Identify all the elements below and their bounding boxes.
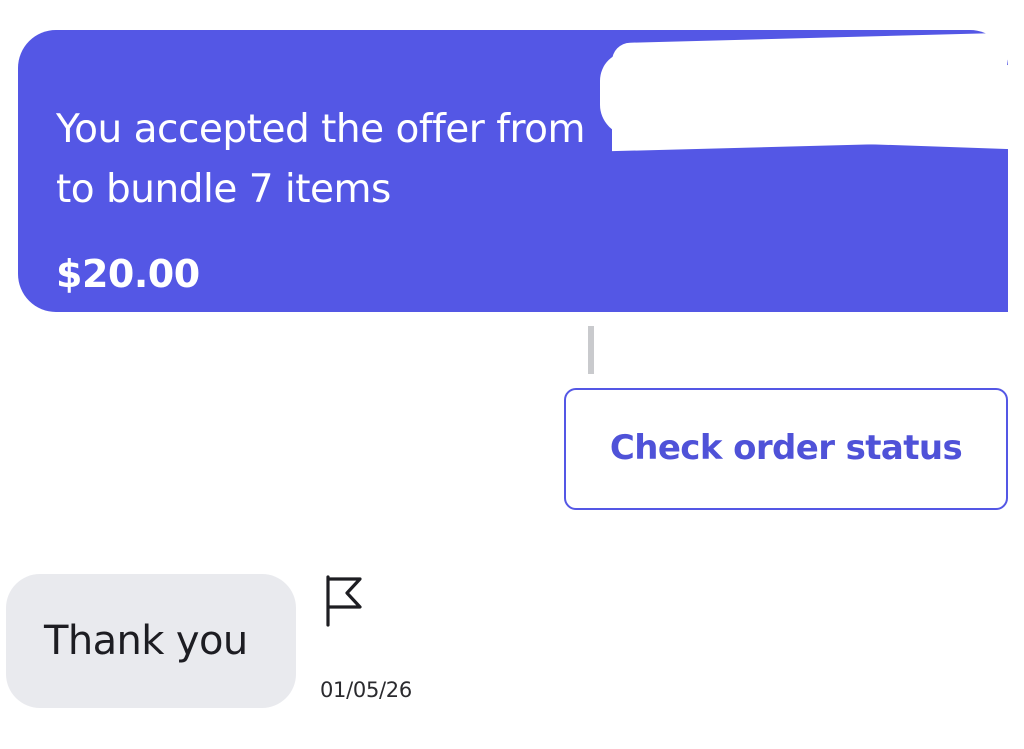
flag-icon[interactable] [324, 574, 366, 628]
check-order-status-button[interactable]: Check order status [564, 388, 1008, 510]
message-text: Thank you [44, 618, 248, 664]
thank-you-message: Thank you [6, 574, 296, 708]
offer-message-line-1: You accepted the offer from [56, 107, 586, 152]
redaction-mark [600, 50, 1010, 150]
offer-price: $20.00 [56, 252, 200, 296]
offer-message-line-2: to bundle 7 items [56, 167, 391, 212]
message-timestamp: 01/05/26 [320, 678, 412, 702]
conversation-view: You accepted the offer from to bundle 7 … [0, 0, 1024, 749]
thread-connector-line [588, 326, 594, 374]
